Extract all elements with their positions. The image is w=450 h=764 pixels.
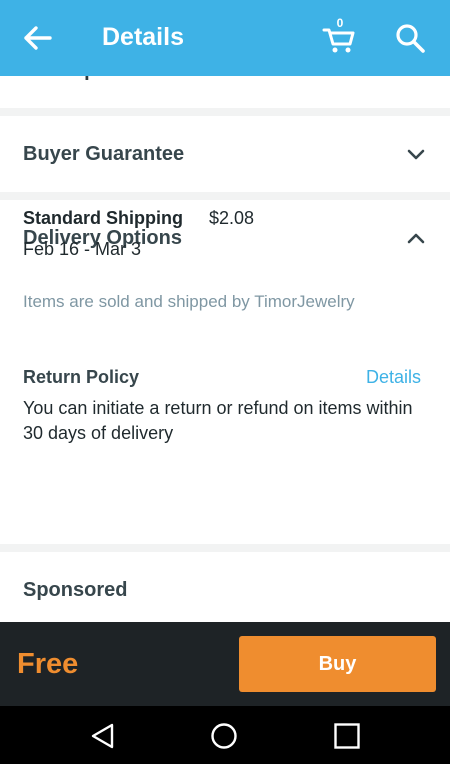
- page-title: Details: [102, 23, 184, 51]
- sponsored-section: Sponsored: [0, 552, 450, 622]
- description-title: Description: [23, 76, 133, 84]
- arrow-left-icon: [24, 26, 52, 50]
- chevron-up-icon[interactable]: [406, 231, 426, 245]
- nav-recents-square-icon[interactable]: [332, 721, 362, 751]
- app-bar: Details 0: [0, 0, 450, 76]
- return-policy-title: Return Policy: [23, 367, 140, 387]
- nav-home-circle-icon[interactable]: [209, 721, 239, 751]
- search-button[interactable]: [394, 22, 426, 54]
- sold-by-text: Items are sold and shipped by TimorJewel…: [23, 292, 355, 311]
- shopping-cart-icon: [322, 28, 355, 53]
- buy-button[interactable]: Buy: [239, 636, 436, 692]
- return-policy-text: You can initiate a return or refund on i…: [23, 398, 413, 443]
- details-scroll-area[interactable]: Description Buyer Guarantee Delivery Opt…: [0, 76, 450, 622]
- delivery-dates: Feb 16 - Mar 3: [23, 239, 142, 259]
- sponsored-title: Sponsored: [23, 579, 128, 601]
- buyer-guarantee-section[interactable]: Buyer Guarantee: [0, 116, 450, 192]
- nav-back-triangle-icon[interactable]: [88, 721, 118, 751]
- description-section[interactable]: Description: [0, 76, 450, 108]
- search-icon: [396, 24, 425, 53]
- cart-button[interactable]: 0: [322, 14, 358, 54]
- shipping-method-label: Standard Shipping: [23, 208, 183, 228]
- return-policy-details-link[interactable]: Details: [366, 365, 421, 389]
- purchase-bar: Free Buy: [0, 622, 450, 706]
- back-button[interactable]: [22, 22, 56, 54]
- shipping-price: $2.08: [209, 208, 255, 228]
- chevron-down-icon[interactable]: [406, 148, 426, 162]
- price-label: Free: [17, 648, 79, 680]
- system-navigation-bar: [0, 706, 450, 764]
- buyer-guarantee-title: Buyer Guarantee: [23, 143, 185, 165]
